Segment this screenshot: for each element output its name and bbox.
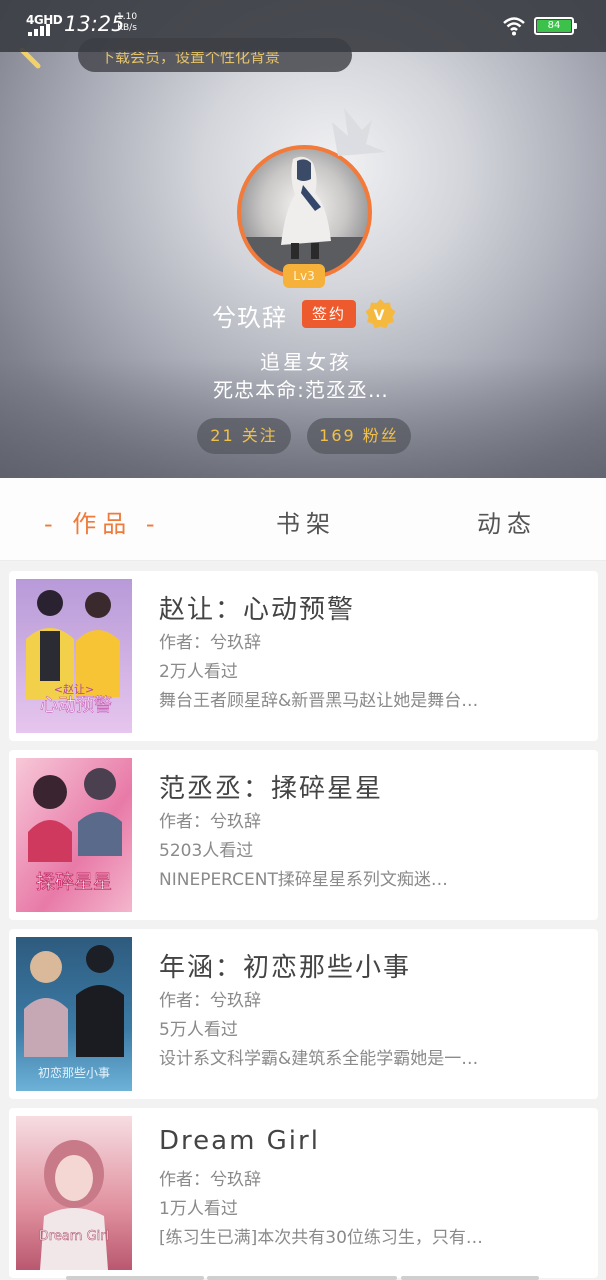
signal-icon [28, 24, 54, 36]
svg-text:Dream Girl: Dream Girl [39, 1229, 109, 1244]
book-description: [练习生已满]本次共有30位练习生，只有… [159, 1228, 483, 1248]
book-title: 范丞丞：揉碎星星 [159, 774, 384, 804]
svg-text:<赵让>: <赵让> [54, 682, 94, 696]
bio-line-1: 追星女孩 [260, 350, 352, 374]
book-description: NINEPERCENT揉碎星星系列文痴迷… [159, 870, 448, 890]
book-title: 赵让：心动预警 [159, 595, 356, 625]
avatar-image [241, 156, 368, 276]
book-author: 作者：兮玖辞 [159, 991, 261, 1011]
verified-badge-icon: V [365, 299, 396, 329]
book-card[interactable]: Dream Girl Dream Girl 作者：兮玖辞 1万人看过 [练习生已… [9, 1108, 598, 1278]
status-bar: 4GHD 13:25 1.10 KB/s 84 [0, 0, 606, 52]
book-views: 5203人看过 [159, 841, 254, 861]
book-title: Dream Girl [159, 1126, 320, 1156]
name-row: 兮玖辞 签约 V [0, 298, 606, 332]
following-count-button[interactable]: 21 关注 [197, 418, 291, 454]
profile-tabs: - 作品 - 书架 动态 [0, 478, 606, 561]
book-cover: 揉碎星星 [16, 758, 132, 912]
bottom-nav-hint [0, 1274, 606, 1280]
username: 兮玖辞 [212, 304, 287, 332]
clock: 13:25 [64, 12, 125, 36]
profile-header: 4GHD 13:25 1.10 KB/s 84 下载会员，设置个性化背景 Lv3… [0, 0, 606, 478]
book-title: 年涵：初恋那些小事 [159, 953, 412, 983]
book-description: 设计系文科学霸&建筑系全能学霸她是一… [159, 1049, 479, 1069]
book-description: 舞台王者顾星辞&新晋黑马赵让她是舞台… [159, 691, 479, 711]
book-card[interactable]: 初恋那些小事 年涵：初恋那些小事 作者：兮玖辞 5万人看过 设计系文科学霸&建筑… [9, 929, 598, 1099]
bio-line-2: 死忠本命:范丞丞… [213, 378, 389, 402]
book-cover: 初恋那些小事 [16, 937, 132, 1091]
book-card[interactable]: <赵让> 心动预警 赵让：心动预警 作者：兮玖辞 2万人看过 舞台王者顾星辞&新… [9, 571, 598, 741]
battery-level: 84 [537, 20, 571, 32]
svg-text:心动预警: 心动预警 [40, 695, 112, 716]
tab-bookshelf[interactable]: 书架 [276, 504, 336, 539]
svg-text:初恋那些小事: 初恋那些小事 [38, 1065, 110, 1080]
book-cover: <赵让> 心动预警 [16, 579, 132, 733]
book-views: 5万人看过 [159, 1020, 238, 1040]
book-author: 作者：兮玖辞 [159, 812, 261, 832]
book-cover: Dream Girl [16, 1116, 132, 1270]
book-views: 2万人看过 [159, 662, 238, 682]
crown-icon [332, 108, 386, 156]
svg-text:V: V [374, 308, 385, 324]
book-author: 作者：兮玖辞 [159, 633, 261, 653]
level-badge: Lv3 [283, 264, 325, 288]
book-views: 1万人看过 [159, 1199, 238, 1219]
book-author: 作者：兮玖辞 [159, 1170, 261, 1190]
avatar[interactable] [237, 145, 372, 280]
svg-text:揉碎星星: 揉碎星星 [36, 871, 112, 893]
network-speed: 1.10 KB/s [117, 12, 138, 33]
tab-activity[interactable]: 动态 [477, 504, 537, 539]
battery-icon: 84 [534, 17, 577, 35]
fans-count-button[interactable]: 169 粉丝 [307, 418, 411, 454]
signed-author-badge: 签约 [302, 300, 356, 328]
wifi-icon [503, 17, 525, 36]
book-card[interactable]: 揉碎星星 范丞丞：揉碎星星 作者：兮玖辞 5203人看过 NINEPERCENT… [9, 750, 598, 920]
tab-works[interactable]: - 作品 - [44, 504, 161, 539]
